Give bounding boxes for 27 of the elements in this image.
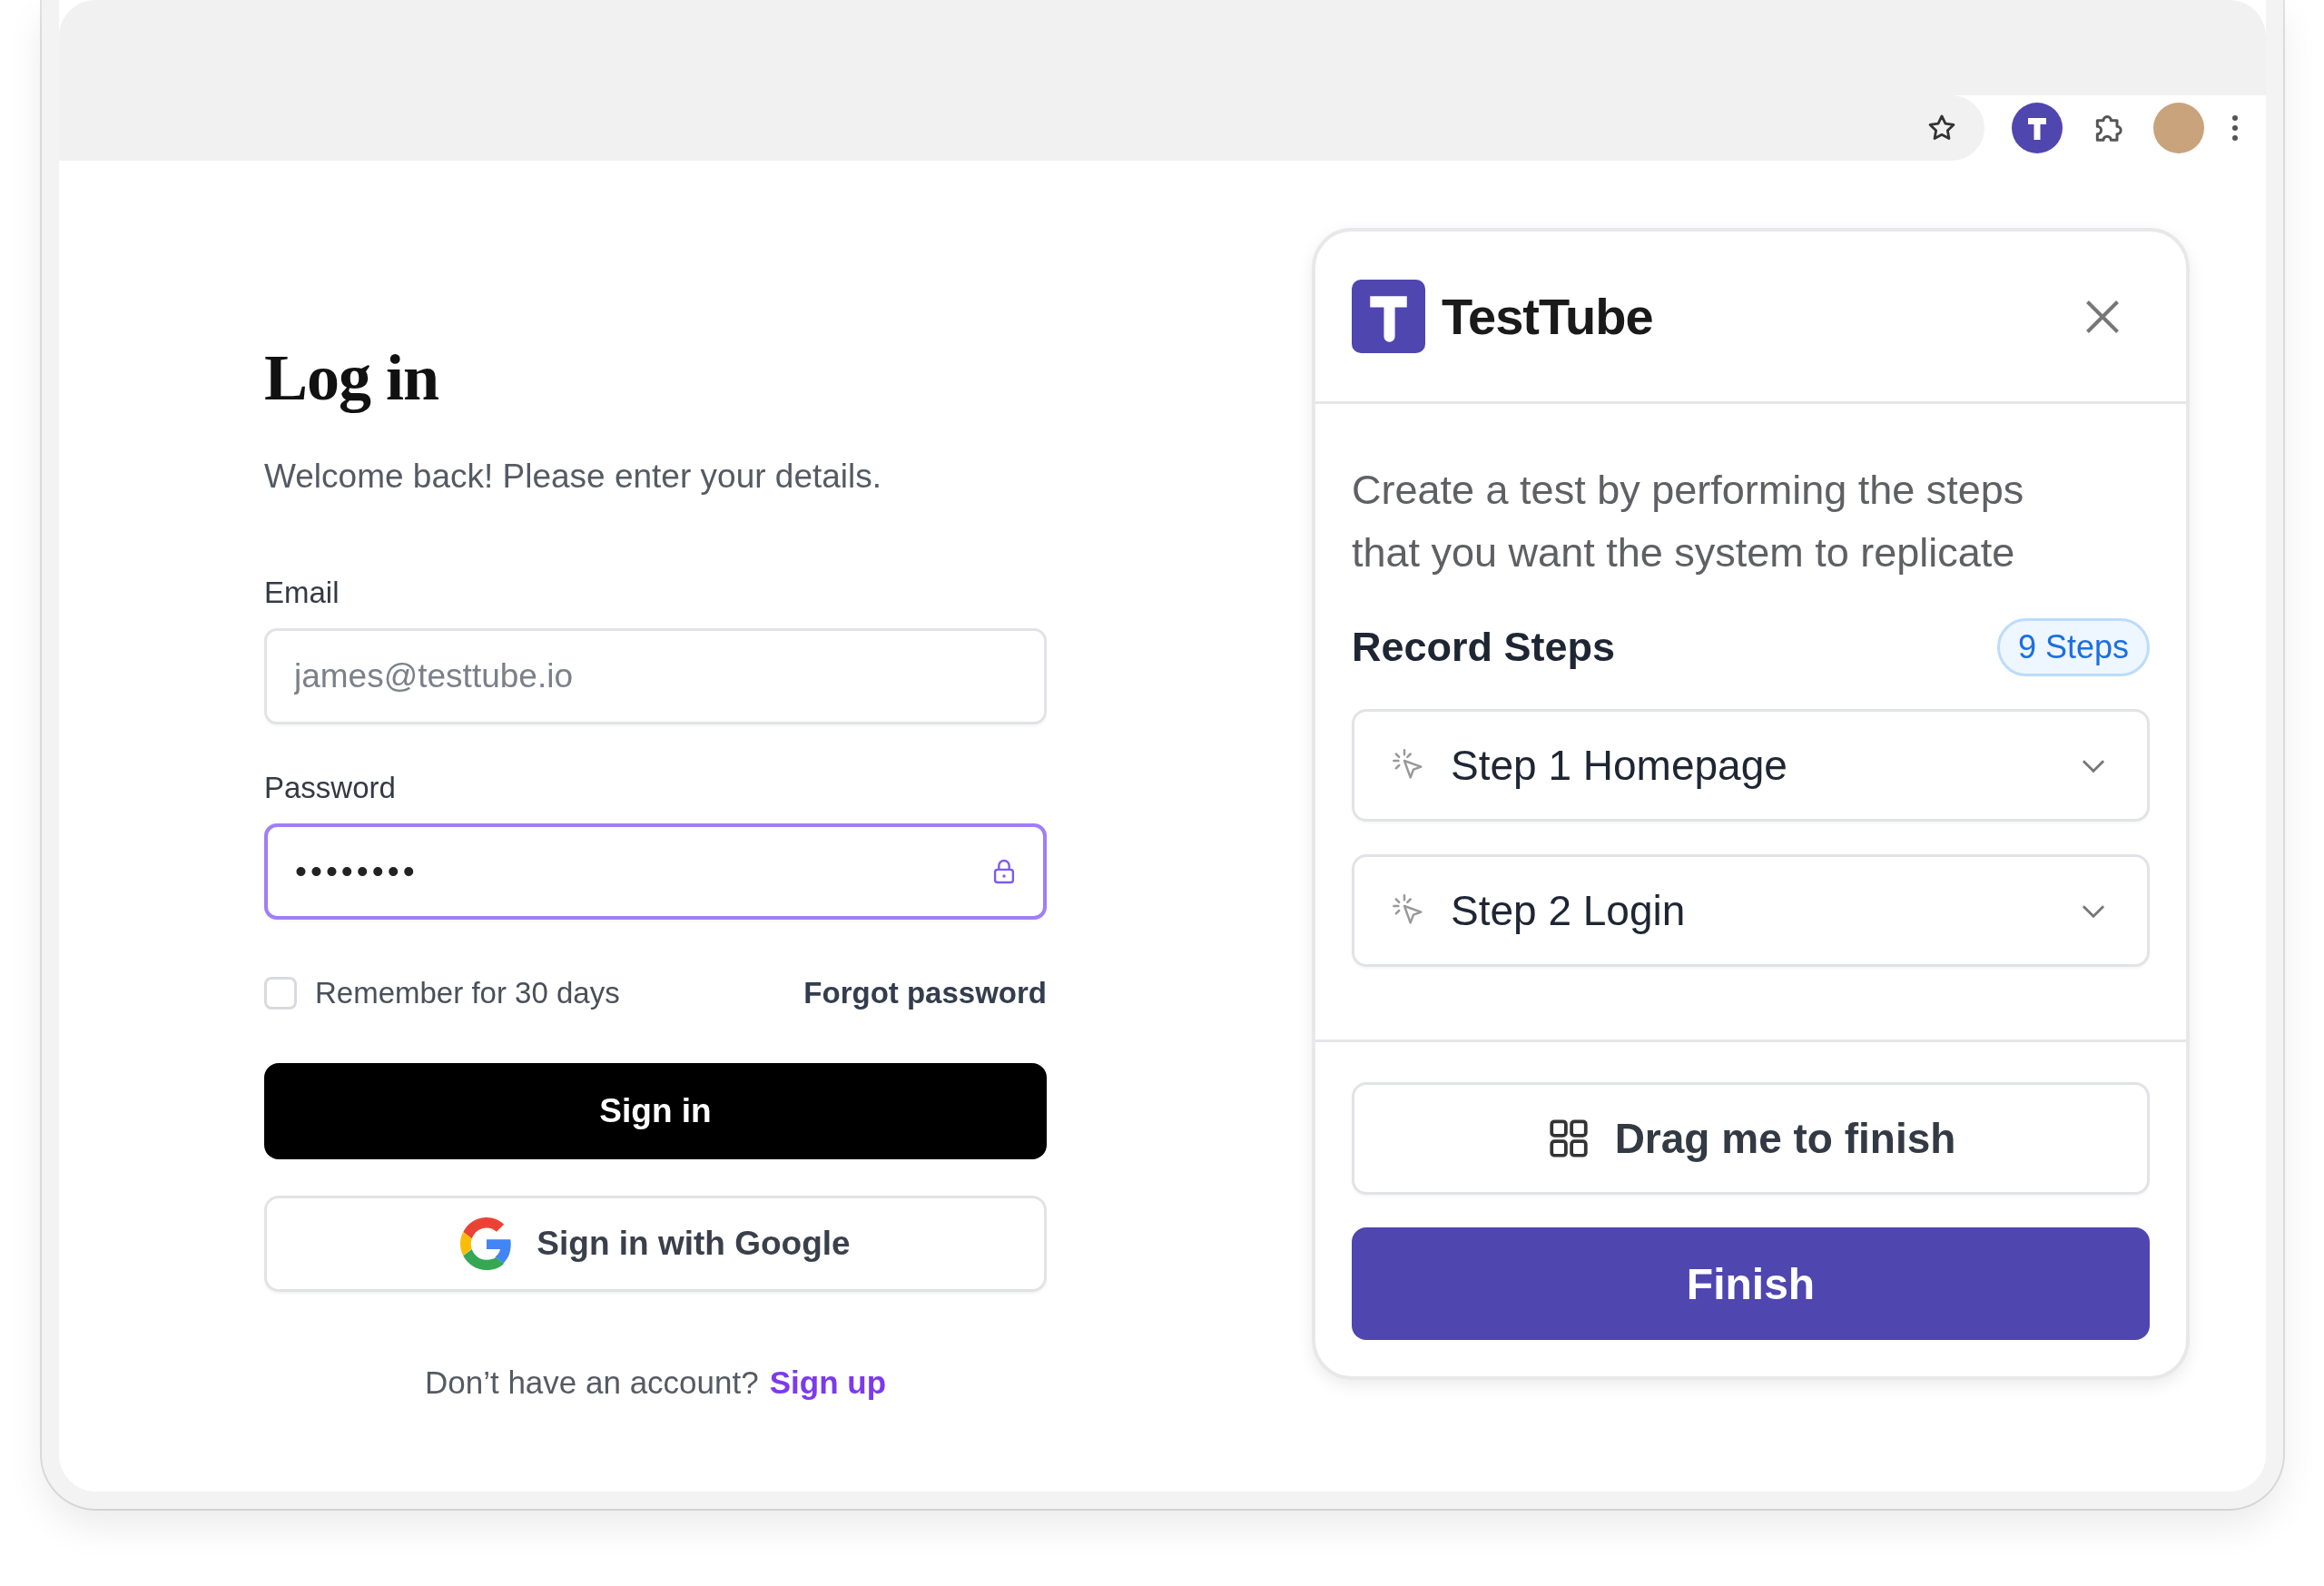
forgot-password-link[interactable]: Forgot password [803, 976, 1047, 1010]
section-title: Record Steps [1352, 624, 1616, 671]
remember-checkbox[interactable] [264, 977, 297, 1010]
profile-avatar[interactable] [2153, 103, 2204, 153]
finish-button[interactable]: Finish [1352, 1227, 2150, 1340]
page-title: Log in [264, 340, 440, 416]
google-sign-in-button[interactable]: Sign in with Google [264, 1196, 1047, 1292]
signup-prompt-text: Don’t have an account? [424, 1364, 759, 1401]
subtitle-text: Welcome back! Please enter your details. [264, 458, 883, 496]
google-g-icon [460, 1217, 514, 1270]
app-logo-icon [1352, 280, 1425, 353]
field-label: Password [264, 771, 397, 805]
step-label: Step 1 Homepage [1451, 741, 1788, 790]
sign-up-link[interactable]: Sign up [769, 1364, 887, 1401]
step-label: Step 2 Login [1451, 886, 1687, 935]
field-label: Email [264, 576, 340, 610]
app-title: TestTube [1442, 287, 1653, 346]
drag-to-finish-button[interactable]: Drag me to finish [1352, 1082, 2150, 1195]
step-count-badge: 9 Steps [1996, 618, 2150, 676]
step-card[interactable]: Step 1 Homepage [1352, 709, 2150, 822]
more-menu-icon[interactable] [2231, 114, 2239, 142]
password-field[interactable]: •••••••• [264, 823, 1047, 920]
checkbox-label: Remember for 30 days [315, 976, 620, 1010]
description-text: Create a test by performing the steps that you want the system to replicate [1352, 466, 2025, 577]
step-card[interactable]: Step 2 Login [1352, 854, 2150, 967]
sign-in-button[interactable]: Sign in [264, 1063, 1047, 1159]
extension-logo-icon[interactable] [2012, 103, 2063, 153]
